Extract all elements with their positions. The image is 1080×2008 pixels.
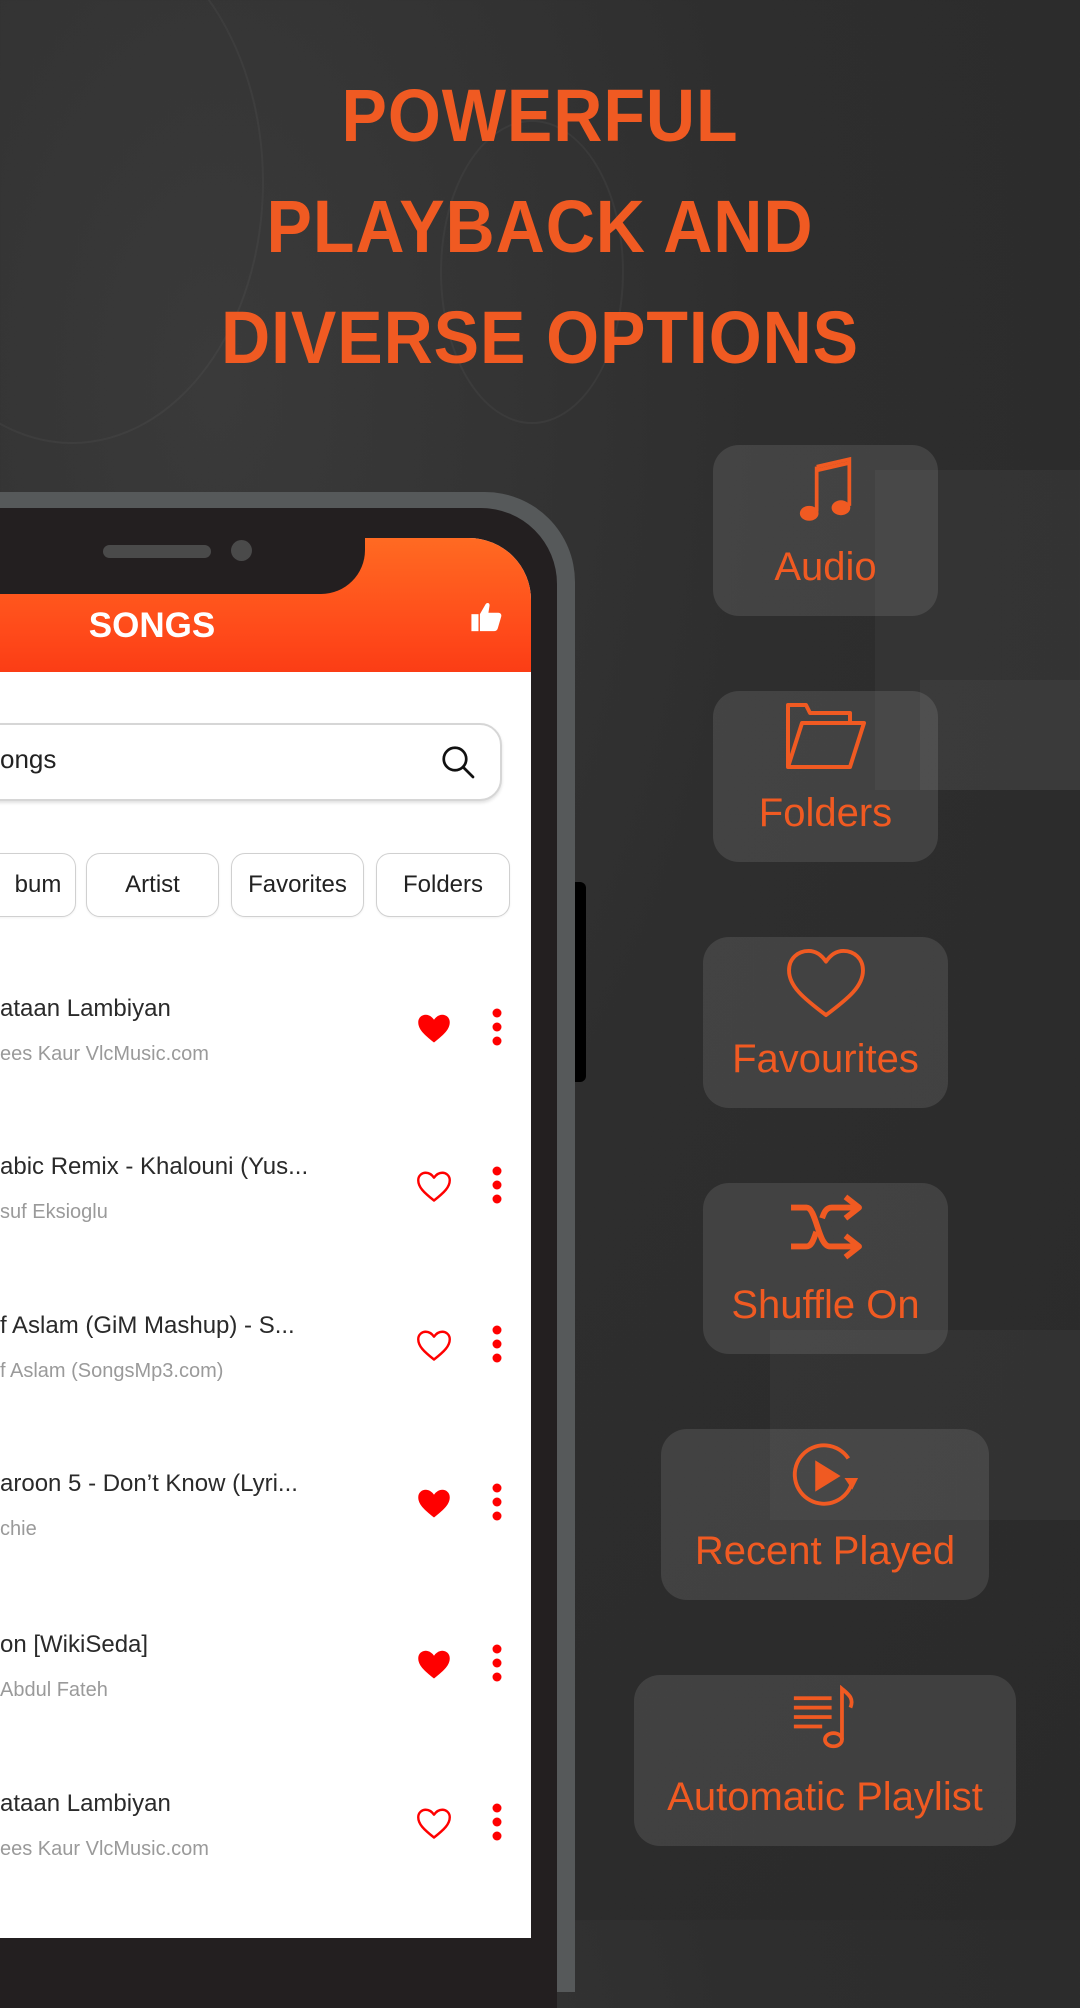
more-vertical-icon[interactable] bbox=[490, 1482, 504, 1522]
headline-line-2: PLAYBACK AND bbox=[266, 185, 814, 268]
background-block bbox=[920, 680, 1080, 790]
tab-label: bum bbox=[14, 871, 62, 898]
feature-card-automatic-playlist: Automatic Playlist bbox=[634, 1675, 1016, 1846]
tab-favorites[interactable]: Favorites bbox=[231, 853, 364, 917]
heart-outline-icon[interactable] bbox=[414, 1806, 454, 1842]
tab-artist[interactable]: Artist bbox=[86, 853, 219, 917]
headline-line-1: POWERFUL bbox=[341, 74, 739, 157]
heart-outline-icon bbox=[785, 947, 867, 1023]
feature-label: Audio bbox=[774, 545, 877, 589]
phone-speaker bbox=[103, 545, 211, 558]
feature-card-folders: Folders bbox=[713, 691, 938, 862]
search-input-value[interactable]: ongs bbox=[0, 744, 56, 775]
song-artist: Abdul Fateh bbox=[0, 1679, 108, 1701]
feature-label: Folders bbox=[758, 791, 893, 835]
song-title: on [WikiSeda] bbox=[0, 1631, 149, 1658]
tab-album[interactable]: bum bbox=[0, 853, 76, 917]
feature-label: Automatic Playlist bbox=[667, 1775, 983, 1819]
phone-side-button bbox=[575, 882, 586, 1082]
more-vertical-icon[interactable] bbox=[490, 1643, 504, 1683]
feature-card-favourites: Favourites bbox=[703, 937, 948, 1108]
heart-filled-icon[interactable] bbox=[414, 1011, 454, 1047]
heart-outline-icon[interactable] bbox=[414, 1328, 454, 1364]
folder-open-icon bbox=[784, 701, 868, 775]
page-title: SONGS bbox=[88, 606, 216, 645]
song-row[interactable]: abic Remix - Khalouni (Yus... suf Eksiogl… bbox=[0, 1153, 531, 1253]
playlist-music-icon bbox=[792, 1684, 858, 1755]
song-row[interactable]: on [WikiSeda] Abdul Fateh bbox=[0, 1631, 531, 1731]
feature-label: Shuffle On bbox=[731, 1283, 920, 1327]
replay-icon bbox=[788, 1439, 862, 1517]
song-row[interactable]: f Aslam (GiM Mashup) - S... f Aslam (Song… bbox=[0, 1312, 531, 1412]
promo-headline: POWERFUL PLAYBACK AND DIVERSE OPTIONS bbox=[0, 60, 1080, 393]
song-title: ataan Lambiyan bbox=[0, 995, 171, 1022]
phone-camera bbox=[231, 540, 252, 561]
song-title: abic Remix - Khalouni (Yus... bbox=[0, 1153, 309, 1180]
tab-label: Favorites bbox=[248, 871, 347, 898]
song-artist: ees Kaur VlcMusic.com bbox=[0, 1043, 209, 1065]
song-title: ataan Lambiyan bbox=[0, 1790, 171, 1817]
search-input[interactable] bbox=[0, 723, 502, 801]
feature-card-recent-played: Recent Played bbox=[661, 1429, 989, 1600]
song-artist: ees Kaur VlcMusic.com bbox=[0, 1838, 209, 1860]
search-icon[interactable] bbox=[440, 744, 476, 780]
song-row[interactable]: ataan Lambiyan ees Kaur VlcMusic.com bbox=[0, 1790, 531, 1890]
heart-filled-icon[interactable] bbox=[414, 1647, 454, 1683]
heart-filled-icon[interactable] bbox=[414, 1486, 454, 1522]
music-note-icon bbox=[798, 455, 854, 529]
song-title: aroon 5 - Don’t Know (Lyri... bbox=[0, 1470, 298, 1497]
more-vertical-icon[interactable] bbox=[490, 1007, 504, 1047]
feature-label: Favourites bbox=[732, 1037, 919, 1081]
more-vertical-icon[interactable] bbox=[490, 1802, 504, 1842]
song-artist: suf Eksioglu bbox=[0, 1201, 108, 1223]
headline-line-3: DIVERSE OPTIONS bbox=[221, 296, 859, 379]
shuffle-icon bbox=[787, 1193, 865, 1265]
tab-label: Folders bbox=[402, 871, 484, 898]
heart-outline-icon[interactable] bbox=[414, 1169, 454, 1205]
song-row[interactable]: aroon 5 - Don’t Know (Lyri... chie bbox=[0, 1470, 531, 1570]
song-artist: chie bbox=[0, 1518, 37, 1540]
song-title: f Aslam (GiM Mashup) - S... bbox=[0, 1312, 295, 1339]
thumbs-up-icon[interactable] bbox=[470, 600, 504, 634]
more-vertical-icon[interactable] bbox=[490, 1324, 504, 1364]
feature-card-audio: Audio bbox=[713, 445, 938, 616]
more-vertical-icon[interactable] bbox=[490, 1165, 504, 1205]
feature-card-shuffle-on: Shuffle On bbox=[703, 1183, 948, 1354]
tab-folders[interactable]: Folders bbox=[376, 853, 510, 917]
tab-label: Artist bbox=[125, 871, 180, 898]
feature-label: Recent Played bbox=[694, 1529, 956, 1573]
song-row[interactable]: ataan Lambiyan ees Kaur VlcMusic.com bbox=[0, 995, 531, 1095]
song-artist: f Aslam (SongsMp3.com) bbox=[0, 1360, 224, 1382]
